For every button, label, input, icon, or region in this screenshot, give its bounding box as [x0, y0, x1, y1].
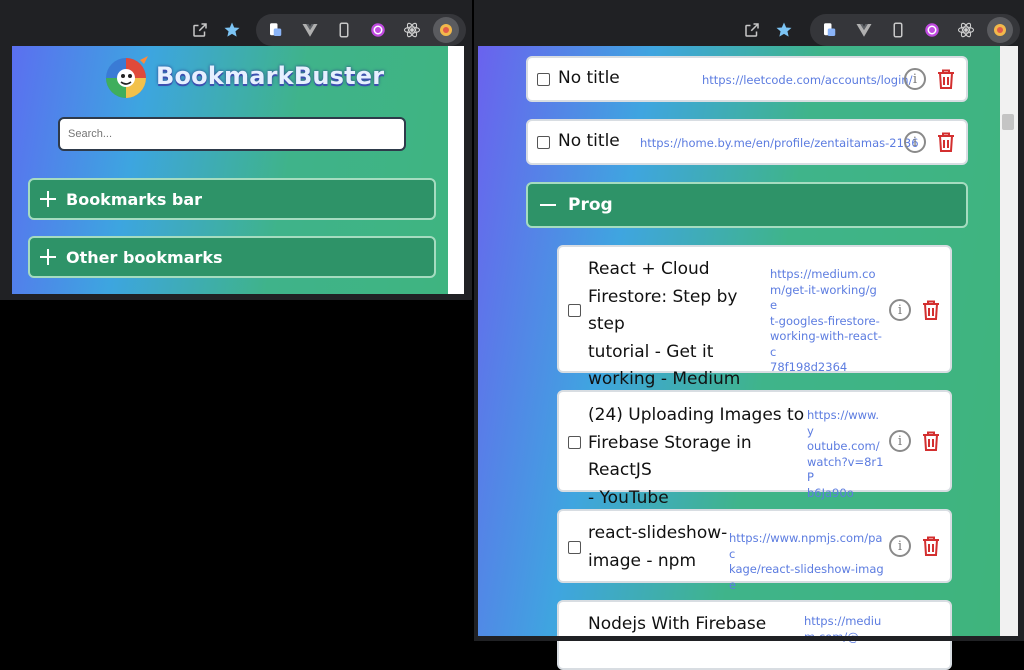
folder-label: Prog	[568, 195, 613, 215]
bookmark-checkbox[interactable]	[568, 436, 581, 449]
info-icon[interactable]: i	[904, 131, 926, 153]
react-icon[interactable]	[950, 14, 982, 46]
title-line: - YouTube	[588, 487, 669, 508]
url-line: watch?v=8r1P	[807, 454, 884, 485]
url-line: https://www.y	[807, 408, 880, 438]
open-in-new-icon[interactable]	[736, 14, 768, 46]
trash-icon[interactable]	[921, 299, 941, 321]
url-line: https://medium.co	[770, 267, 876, 281]
device-icon[interactable]	[882, 14, 914, 46]
star-icon[interactable]	[768, 14, 800, 46]
privacy-icon[interactable]	[362, 14, 394, 46]
bookmark-item[interactable]: Nodejs With Firebase https://mediu m.com…	[557, 600, 952, 670]
trash-icon[interactable]	[936, 68, 956, 90]
extension-icon[interactable]	[814, 14, 846, 46]
info-icon[interactable]: i	[889, 535, 911, 557]
popup-scrollbar[interactable]	[448, 46, 464, 296]
folder-label: Bookmarks bar	[66, 189, 203, 209]
url-line: 78f198d2364	[770, 360, 848, 374]
bookmark-checkbox[interactable]	[537, 72, 550, 86]
brand-header: BookmarkBuster	[100, 52, 384, 100]
scrollbar-thumb[interactable]	[1002, 114, 1014, 130]
bookmark-title[interactable]: (24) Uploading Images to Firebase Storag…	[588, 402, 808, 512]
bookmark-checkbox[interactable]	[537, 135, 550, 149]
url-line: https://mediu	[804, 614, 882, 628]
bookmarkbuster-logo-icon	[100, 52, 152, 100]
react-icon[interactable]	[396, 14, 428, 46]
bookmark-checkbox[interactable]	[568, 304, 581, 317]
bookmark-actions: i	[904, 131, 956, 153]
expand-plus-icon	[40, 249, 56, 265]
url-line: b6Ja90o	[807, 485, 854, 500]
title-line: Nodejs With Firebase	[588, 614, 767, 634]
vue-icon[interactable]	[294, 14, 326, 46]
bookmark-url[interactable]: https://leetcode.com/accounts/login/	[702, 73, 912, 89]
bookmark-actions: i	[889, 430, 941, 452]
url-line: working-with-react-c	[770, 329, 882, 359]
bookmark-title[interactable]: react-slideshow- image - npm	[588, 520, 728, 575]
extension-icon[interactable]	[260, 14, 292, 46]
bookmark-item[interactable]: react-slideshow- image - npm https://www…	[557, 509, 952, 592]
folder-bookmarks-bar[interactable]: Bookmarks bar	[28, 178, 436, 220]
title-line: React + Cloud	[588, 259, 710, 279]
bookmark-url[interactable]: https://medium.co m/get-it-working/ge t-…	[770, 267, 882, 376]
popup-scrollbar[interactable]	[1000, 46, 1018, 636]
title-line: image - npm	[588, 550, 697, 571]
title-line: tutorial - Get it	[588, 341, 714, 362]
bookmark-title[interactable]: No title	[558, 65, 620, 93]
info-icon[interactable]: i	[889, 430, 911, 452]
bookmark-item[interactable]: No title https://home.by.me/en/profile/z…	[526, 119, 968, 165]
device-icon[interactable]	[328, 14, 360, 46]
divider	[12, 294, 464, 296]
title-line: Firestore: Step by step	[588, 286, 738, 335]
trash-icon[interactable]	[921, 535, 941, 557]
title-line: (24) Uploading Images to	[588, 405, 805, 425]
bookmark-actions: i	[889, 299, 941, 321]
folder-other-bookmarks[interactable]: Other bookmarks	[28, 236, 436, 278]
bookmark-item[interactable]: (24) Uploading Images to Firebase Storag…	[557, 390, 952, 508]
bookmark-title[interactable]: Nodejs With Firebase	[588, 611, 788, 639]
vue-icon[interactable]	[848, 14, 880, 46]
bookmark-item[interactable]: No title https://leetcode.com/accounts/l…	[526, 56, 968, 102]
bookmarkbuster-extension-icon[interactable]	[430, 14, 462, 46]
privacy-icon[interactable]	[916, 14, 948, 46]
open-in-new-icon[interactable]	[184, 14, 216, 46]
bookmark-title[interactable]: No title	[558, 128, 620, 156]
bookmarkbuster-popup: BookmarkBuster Bookmarks bar Other bookm…	[12, 46, 464, 296]
extensions-bar	[810, 14, 1020, 46]
title-line: Firebase Storage in ReactJS	[588, 432, 752, 481]
trash-icon[interactable]	[921, 430, 941, 452]
bookmarkbuster-extension-icon[interactable]	[984, 14, 1016, 46]
right-browser-toolbar	[474, 12, 1024, 48]
star-icon[interactable]	[216, 14, 248, 46]
bookmark-title[interactable]: React + Cloud Firestore: Step by step tu…	[588, 256, 772, 394]
bookmark-item[interactable]: React + Cloud Firestore: Step by step tu…	[557, 245, 952, 389]
info-icon[interactable]: i	[889, 299, 911, 321]
bookmark-checkbox[interactable]	[568, 541, 581, 554]
bookmark-actions: i	[889, 535, 941, 557]
url-line: t-googles-firestore-	[770, 313, 880, 328]
folder-prog[interactable]: Prog	[526, 182, 968, 228]
window-frame-bottom	[474, 636, 1024, 641]
info-icon[interactable]: i	[904, 68, 926, 90]
bookmark-url[interactable]: https://home.by.me/en/profile/zentaitama…	[640, 136, 919, 152]
extensions-bar	[256, 14, 466, 46]
search-input[interactable]	[58, 117, 406, 151]
app-title: BookmarkBuster	[156, 62, 385, 90]
collapse-minus-icon	[540, 204, 556, 206]
url-line: kage/react-slideshow-image	[729, 562, 884, 592]
url-line: outube.com/	[807, 439, 880, 453]
left-browser-toolbar	[0, 12, 472, 48]
folder-label: Other bookmarks	[66, 247, 223, 267]
bookmark-url[interactable]: https://www.npmjs.com/pac kage/react-sli…	[729, 531, 885, 593]
title-line: react-slideshow-	[588, 523, 728, 543]
bookmark-actions: i	[904, 68, 956, 90]
bookmark-url[interactable]: https://www.y outube.com/ watch?v=8r1P b…	[807, 408, 885, 501]
expand-plus-icon	[40, 191, 56, 207]
url-line: m/get-it-working/ge	[770, 282, 877, 313]
url-line: https://www.npmjs.com/pac	[729, 531, 883, 561]
trash-icon[interactable]	[936, 131, 956, 153]
